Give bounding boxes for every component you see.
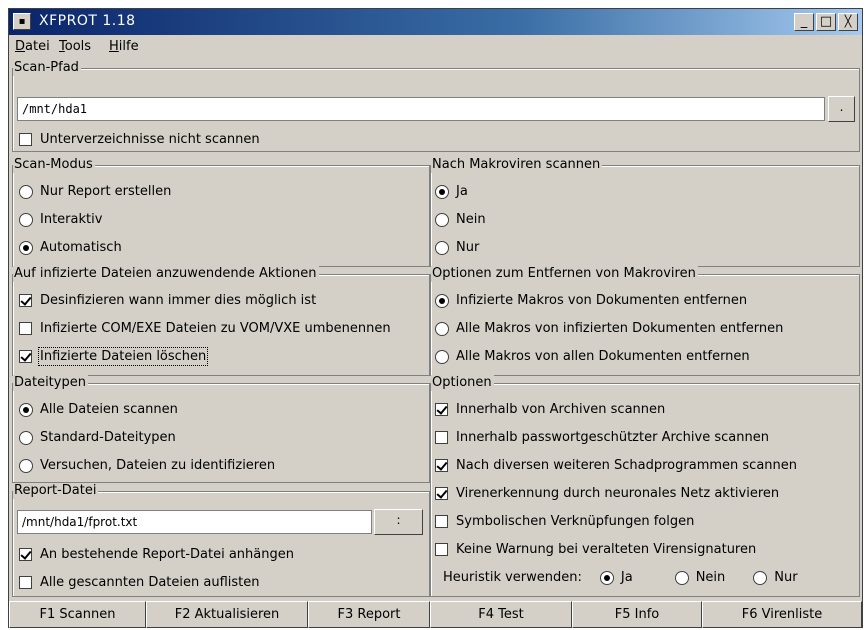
- scan-button[interactable]: F1 Scannen: [9, 601, 146, 628]
- scan-mode-option-1[interactable]: Interaktiv: [19, 212, 102, 227]
- macro-removal-group: Optionen zum Entfernen von Makroviren In…: [430, 266, 860, 376]
- options-group: Optionen Innerhalb von Archiven scannen …: [430, 375, 860, 597]
- neural-net-checkbox[interactable]: Virenerkennung durch neuronales Netz akt…: [435, 486, 779, 501]
- follow-symlinks-checkbox[interactable]: Symbolischen Verknüpfungen folgen: [435, 514, 694, 529]
- macro-scan-option-ja[interactable]: Ja: [435, 184, 468, 199]
- macro-removal-option-0[interactable]: Infizierte Makros von Dokumenten entfern…: [435, 293, 747, 308]
- minimize-icon[interactable]: _: [794, 13, 814, 31]
- no-subdirs-box[interactable]: [19, 133, 32, 146]
- rename-com-exe-checkbox[interactable]: Infizierte COM/EXE Dateien zu VOM/VXE um…: [19, 321, 391, 336]
- menu-tools[interactable]: Tools: [59, 39, 91, 54]
- report-file-browse-button[interactable]: :: [374, 509, 423, 535]
- macro-scan-option-nur[interactable]: Nur: [435, 240, 479, 255]
- heuristic-option-ja[interactable]: Ja: [599, 570, 633, 585]
- delete-infected-checkbox[interactable]: Infizierte Dateien löschen: [19, 347, 209, 366]
- macro-removal-option-2[interactable]: Alle Makros von allen Dokumenten entfern…: [435, 349, 750, 364]
- heuristic-row: Heuristik verwenden: Ja Nein Nur: [443, 570, 798, 585]
- menu-datei[interactable]: Datei: [15, 39, 50, 54]
- macro-removal-option-1[interactable]: Alle Makros von infizierten Dokumenten e…: [435, 321, 783, 336]
- scan-mode-option-0[interactable]: Nur Report erstellen: [19, 184, 171, 199]
- menu-bar: Datei Tools Hilfe: [9, 36, 862, 58]
- window-title: XFPROT 1.18: [39, 13, 136, 29]
- scan-path-group: Scan-Pfad /mnt/hda1 . Unterverzeichnisse…: [12, 60, 860, 152]
- scan-path-browse-button[interactable]: .: [828, 96, 855, 122]
- macro-scan-title: Nach Makroviren scannen: [431, 157, 603, 173]
- disinfect-checkbox[interactable]: Desinfizieren wann immer dies möglich is…: [19, 293, 316, 308]
- update-button[interactable]: F2 Aktualisieren: [146, 601, 308, 628]
- heuristic-option-nein[interactable]: Nein: [674, 570, 725, 585]
- file-types-option-2[interactable]: Versuchen, Dateien zu identifizieren: [19, 458, 275, 473]
- file-types-group: Dateitypen Alle Dateien scannen Standard…: [12, 375, 430, 483]
- no-outdated-warning-checkbox[interactable]: Keine Warnung bei veralteten Virensignat…: [435, 542, 756, 557]
- infected-actions-group: Auf infizierte Dateien anzuwendende Akti…: [12, 266, 430, 376]
- window-menu-icon[interactable]: ▪: [13, 13, 31, 30]
- no-subdirs-checkbox[interactable]: Unterverzeichnisse nicht scannen: [19, 132, 260, 147]
- scan-mode-group: Scan-Modus Nur Report erstellen Interakt…: [12, 157, 430, 267]
- function-key-bar: F1 Scannen F2 Aktualisieren F3 Report F4…: [9, 601, 862, 628]
- test-button[interactable]: F4 Test: [430, 601, 572, 628]
- heuristic-option-nur[interactable]: Nur: [753, 570, 798, 585]
- report-file-input[interactable]: /mnt/hda1/fprot.txt: [17, 510, 372, 534]
- macro-scan-group: Nach Makroviren scannen Ja Nein Nur: [430, 157, 860, 267]
- app-window: ▪ XFPROT 1.18 _ □ ╳ Datei Tools Hilfe Sc…: [8, 8, 863, 628]
- scan-path-input[interactable]: /mnt/hda1: [17, 97, 825, 121]
- list-all-files-checkbox[interactable]: Alle gescannten Dateien auflisten: [19, 575, 260, 590]
- scan-mode-title: Scan-Modus: [13, 157, 95, 173]
- info-button[interactable]: F5 Info: [572, 601, 702, 628]
- scan-archives-checkbox[interactable]: Innerhalb von Archiven scannen: [435, 402, 665, 417]
- scan-mode-option-2[interactable]: Automatisch: [19, 240, 122, 255]
- scan-malware-checkbox[interactable]: Nach diversen weiteren Schadprogrammen s…: [435, 458, 797, 473]
- maximize-icon[interactable]: □: [816, 13, 836, 31]
- macro-removal-title: Optionen zum Entfernen von Makroviren: [431, 266, 698, 282]
- heuristic-label: Heuristik verwenden:: [443, 570, 582, 585]
- report-button[interactable]: F3 Report: [308, 601, 430, 628]
- close-icon[interactable]: ╳: [838, 13, 858, 31]
- menu-hilfe[interactable]: Hilfe: [109, 39, 139, 54]
- scan-path-title: Scan-Pfad: [13, 60, 81, 76]
- title-bar[interactable]: ▪ XFPROT 1.18 _ □ ╳: [9, 9, 862, 35]
- scan-protected-archives-checkbox[interactable]: Innerhalb passwortgeschützter Archive sc…: [435, 430, 769, 445]
- file-types-option-0[interactable]: Alle Dateien scannen: [19, 402, 178, 417]
- report-file-group: Report-Datei /mnt/hda1/fprot.txt : An be…: [12, 483, 430, 597]
- report-file-title: Report-Datei: [13, 483, 99, 499]
- infected-actions-title: Auf infizierte Dateien anzuwendende Akti…: [13, 266, 319, 282]
- file-types-title: Dateitypen: [13, 375, 88, 391]
- file-types-option-1[interactable]: Standard-Dateitypen: [19, 430, 176, 445]
- append-report-checkbox[interactable]: An bestehende Report-Datei anhängen: [19, 547, 294, 562]
- macro-scan-option-nein[interactable]: Nein: [435, 212, 486, 227]
- options-title: Optionen: [431, 375, 494, 391]
- virus-list-button[interactable]: F6 Virenliste: [702, 601, 862, 628]
